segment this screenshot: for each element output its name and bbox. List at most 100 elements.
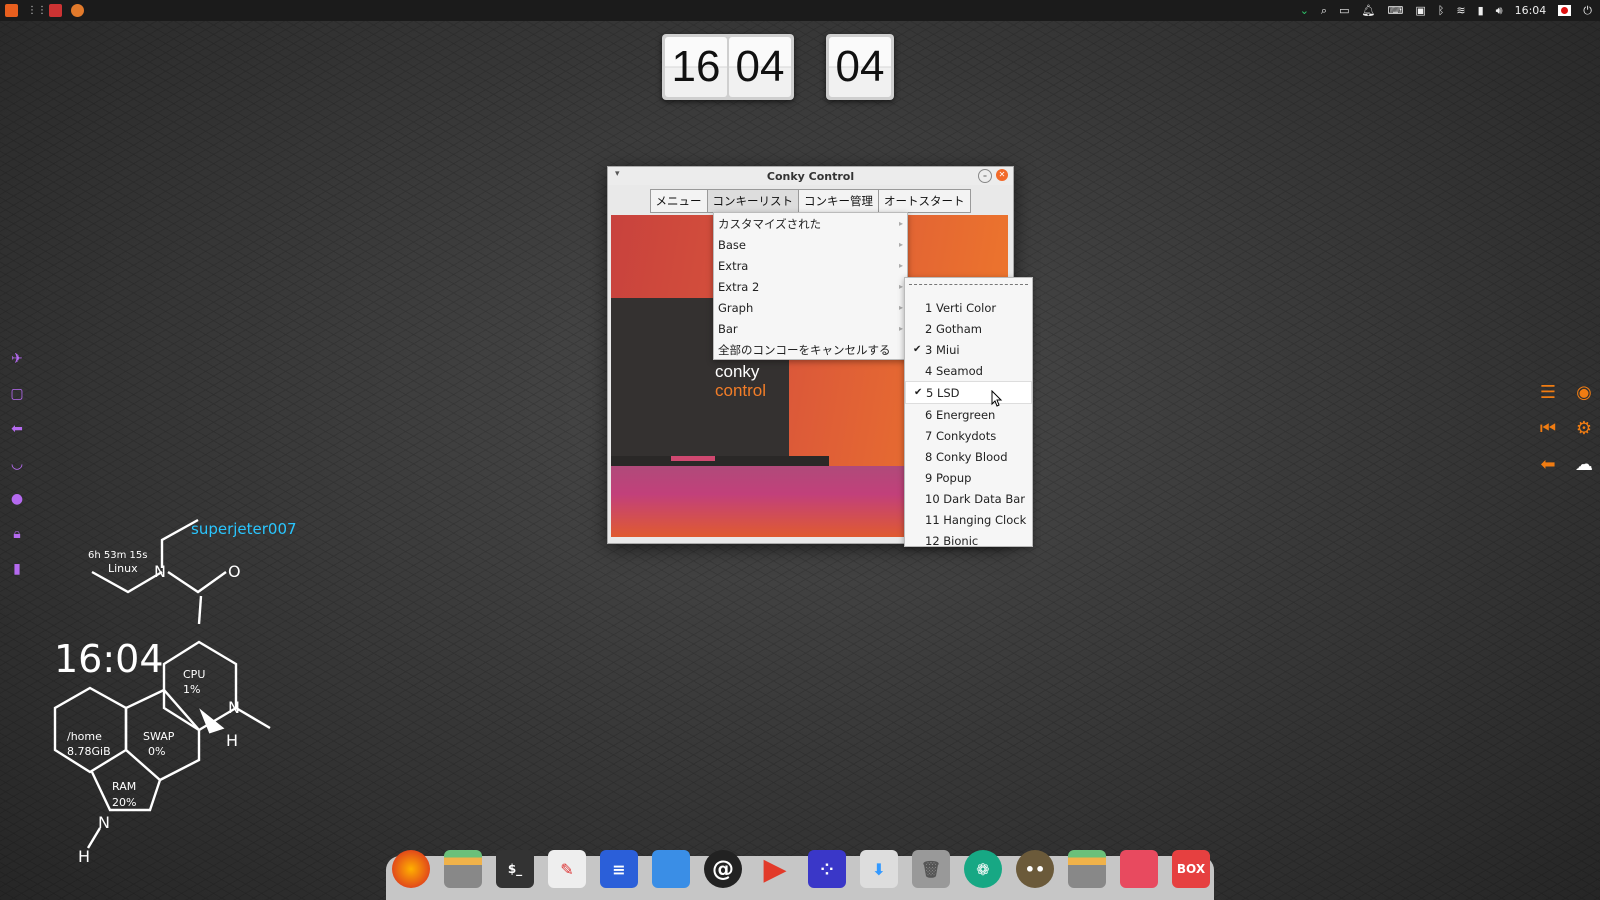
- conky-cpu-label: CPU: [183, 668, 205, 681]
- terminal-icon[interactable]: $_: [496, 850, 534, 888]
- banner-shelf: [611, 456, 829, 466]
- submenu-item[interactable]: 4 Seamod: [905, 360, 1032, 381]
- conky-atom-o: O: [228, 562, 241, 581]
- submenu-item[interactable]: 8 Conky Blood: [905, 446, 1032, 467]
- gear-icon[interactable]: ⚙: [1572, 416, 1596, 440]
- submenu-arrow-icon: ▸: [898, 303, 903, 312]
- apps-grid-icon[interactable]: ⋮⋮: [27, 4, 47, 17]
- close-icon[interactable]: ✕: [996, 169, 1008, 181]
- mask-icon[interactable]: ◡: [8, 455, 26, 473]
- minimize-icon[interactable]: –: [978, 169, 992, 183]
- files2-icon[interactable]: [1068, 850, 1106, 888]
- screenshot-icon[interactable]: ▣: [1415, 4, 1425, 17]
- wifi-icon[interactable]: ≋: [1456, 4, 1465, 17]
- conky-home-label: /home: [67, 730, 102, 743]
- tearoff-line[interactable]: [909, 284, 1028, 293]
- power-icon[interactable]: ⏻: [1583, 4, 1592, 18]
- aperture-icon[interactable]: ❁: [964, 850, 1002, 888]
- conky-swap-label: SWAP: [143, 730, 175, 743]
- airplane-icon[interactable]: ✈: [8, 350, 26, 368]
- box-icon[interactable]: BOX: [1172, 850, 1210, 888]
- search-icon[interactable]: ⌕: [1321, 4, 1327, 18]
- conky-os: Linux: [108, 562, 138, 575]
- conky-list-dropdown: カスタマイズされた ▸ Base ▸ Extra ▸ Extra 2 ▸ Graph ▸ …: [713, 212, 908, 360]
- menu-item-extra[interactable]: Extra ▸: [714, 255, 907, 276]
- menu-conky-manage[interactable]: コンキー管理: [798, 189, 879, 213]
- globe-icon[interactable]: ●: [8, 490, 26, 508]
- submenu-item[interactable]: 1 Verti Color: [905, 297, 1032, 318]
- weather-cloud-icon[interactable]: ☁: [1572, 452, 1596, 476]
- submenu-item[interactable]: ✔ 3 Miui: [905, 339, 1032, 360]
- document-icon[interactable]: ≡: [600, 850, 638, 888]
- photos-icon[interactable]: [1120, 850, 1158, 888]
- submenu-item[interactable]: 6 Energreen: [905, 404, 1032, 425]
- battery-icon[interactable]: ▮: [1478, 4, 1484, 17]
- conky-molecule-widget: superjeter007 6h 53m 15s Linux N O 16:04…: [53, 518, 297, 866]
- banner-bar: [671, 456, 715, 461]
- menu-item-cancel-all[interactable]: 全部のコンコーをキャンセルする: [714, 339, 907, 360]
- files-icon[interactable]: [444, 850, 482, 888]
- menu-item-bar[interactable]: Bar ▸: [714, 318, 907, 339]
- conky-username: superjeter007: [191, 520, 297, 538]
- window-titlebar[interactable]: ▾ Conky Control – ✕: [608, 167, 1013, 185]
- menu-item-extra-2[interactable]: Extra 2 ▸: [714, 276, 907, 297]
- flip-clock-hours: 16: [665, 37, 727, 97]
- submenu-item[interactable]: 7 Conkydots: [905, 425, 1032, 446]
- submenu-item[interactable]: 9 Popup: [905, 467, 1032, 488]
- menu-conky-list[interactable]: コンキーリスト: [706, 189, 799, 213]
- window-menubar: メニュー コンキーリスト コンキー管理 オートスタート: [608, 189, 1013, 213]
- menu-item-customized[interactable]: カスタマイズされた ▸: [714, 213, 907, 234]
- menu-item-graph[interactable]: Graph ▸: [714, 297, 907, 318]
- chevron-down-icon[interactable]: ⌄: [1300, 4, 1309, 17]
- conky-atom-h2: H: [78, 847, 90, 866]
- submenu-arrow-icon: ▸: [898, 324, 903, 333]
- panel-clock[interactable]: 16:04: [1515, 4, 1547, 17]
- monitor-icon[interactable]: ▢: [8, 385, 26, 403]
- window-icon[interactable]: [652, 850, 690, 888]
- menu-item-base[interactable]: Base ▸: [714, 234, 907, 255]
- user-flag-icon[interactable]: [1558, 5, 1572, 16]
- flip-clock-minutes: 04: [729, 37, 791, 97]
- banner-brand-line2: control: [715, 381, 767, 400]
- keyboard-icon[interactable]: ⌨: [1387, 4, 1403, 17]
- firefox-icon[interactable]: [71, 4, 84, 17]
- menu-icon[interactable]: ☰: [1536, 380, 1560, 404]
- conky-atom-n2: N: [228, 698, 240, 717]
- conky-atom-h1: H: [226, 731, 238, 750]
- gimp-icon[interactable]: ••: [1016, 850, 1054, 888]
- volume-icon[interactable]: 🔊︎: [1496, 4, 1503, 18]
- conky-swap-value: 0%: [148, 745, 165, 758]
- submenu-item[interactable]: 2 Gotham: [905, 318, 1032, 339]
- submenu-arrow-icon: ▸: [898, 240, 903, 249]
- submenu-item-hovered[interactable]: ✔ 5 LSD: [905, 381, 1032, 404]
- arrow-left-icon[interactable]: ⬅: [1536, 452, 1560, 476]
- dock-icons: $_ ✎ ≡ @ ▶ ⁘ ⬇ 🗑︎ ❁ •• BOX: [392, 850, 1210, 888]
- top-panel: ⋮⋮ ⌄ ⌕ ▭ 🔔︎ ⌨ ▣ ᛒ ≋ ▮ 🔊︎ 16:04 ⏻: [0, 0, 1600, 21]
- calendar-app-icon[interactable]: [49, 4, 62, 17]
- media-player-icon[interactable]: ▶: [756, 850, 794, 888]
- bluetooth-icon[interactable]: ᛒ: [1438, 4, 1445, 17]
- submenu-item[interactable]: 11 Hanging Clock: [905, 509, 1032, 530]
- menu-autostart[interactable]: オートスタート: [878, 189, 971, 213]
- trash-icon[interactable]: 🗑︎: [912, 850, 950, 888]
- window-icon[interactable]: ▭: [1339, 4, 1349, 17]
- conky-time: 16:04: [54, 637, 164, 681]
- email-icon[interactable]: @: [704, 850, 742, 888]
- ubuntu-logo-icon[interactable]: [5, 4, 18, 17]
- bell-icon[interactable]: 🔔︎: [1362, 4, 1376, 17]
- mouse-cursor-icon: [991, 390, 1003, 407]
- submenu-item[interactable]: 12 Bionic: [905, 530, 1032, 551]
- skip-back-icon[interactable]: ⏮: [1536, 416, 1560, 440]
- submenu-item[interactable]: 10 Dark Data Bar: [905, 488, 1032, 509]
- package-icon[interactable]: ⬇: [860, 850, 898, 888]
- right-widget: ☰ ◉ ⏮ ⚙ ⬅ ☁: [1536, 380, 1596, 476]
- extra2-submenu: 1 Verti Color 2 Gotham ✔ 3 Miui 4 Seamod …: [904, 277, 1033, 548]
- flip-clock-hours-minutes: 16 04: [662, 34, 794, 100]
- dots-app-icon[interactable]: ⁘: [808, 850, 846, 888]
- firefox-icon[interactable]: [392, 850, 430, 888]
- eye-icon[interactable]: ◉: [1572, 380, 1596, 404]
- text-editor-icon[interactable]: ✎: [548, 850, 586, 888]
- menu-menu[interactable]: メニュー: [649, 189, 708, 213]
- arrow-left-icon[interactable]: ⬅: [8, 420, 26, 438]
- window-menu-icon[interactable]: ▾: [615, 169, 620, 179]
